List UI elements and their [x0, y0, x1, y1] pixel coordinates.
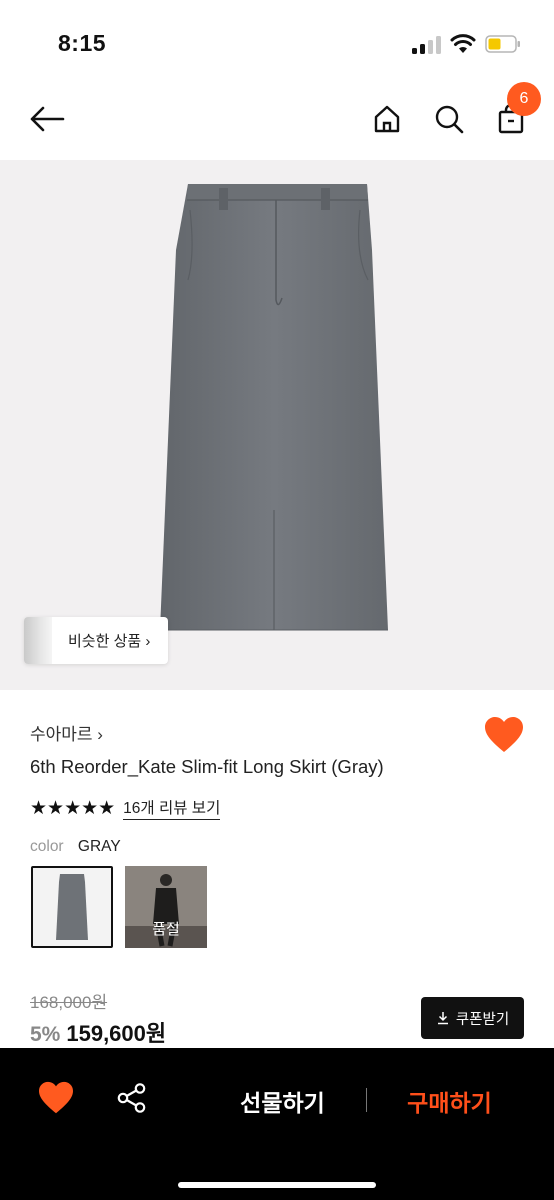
chevron-right-icon: › [97, 725, 103, 744]
original-price: 168,000원 [30, 993, 108, 1012]
similar-products-label: 비슷한 상품 › [68, 633, 151, 650]
search-icon[interactable] [430, 100, 468, 138]
home-indicator [178, 1182, 376, 1188]
skirt-image [160, 184, 388, 631]
chevron-right-icon: › [145, 633, 151, 650]
top-navigation [0, 80, 554, 160]
color-value: GRAY [77, 838, 121, 855]
wishlist-heart-icon[interactable] [484, 716, 524, 754]
review-link[interactable]: 16개 리뷰 보기 [123, 796, 221, 820]
brand-name: 수아마르 [30, 725, 93, 744]
buy-button[interactable]: 구매하기 [382, 1084, 517, 1118]
option-skirt-thumbnail [56, 874, 88, 940]
wifi-icon [450, 33, 476, 55]
brand-link[interactable]: 수아마르 › [30, 720, 103, 745]
heart-icon[interactable] [38, 1081, 74, 1115]
status-time: 8:15 [58, 30, 107, 56]
gift-button[interactable]: 선물하기 [215, 1084, 350, 1118]
price-row: 5% 159,600원 [30, 1016, 166, 1048]
battery-icon [485, 35, 520, 53]
download-icon [437, 1012, 448, 1025]
rating-row: ★★★★★ 16개 리뷰 보기 [30, 796, 221, 820]
share-icon[interactable] [116, 1082, 148, 1114]
sold-out-label: 품절 [152, 921, 180, 938]
cart-count-badge: 6 [507, 82, 541, 116]
star-rating-icon: ★★★★★ [30, 797, 116, 819]
color-row: color GRAY [30, 838, 121, 856]
sale-price: 159,600원 [66, 1021, 167, 1046]
color-option-soldout[interactable]: 품절 [125, 866, 207, 948]
coupon-label: 쿠폰받기 [455, 1011, 510, 1028]
color-label: color [30, 838, 64, 855]
status-bar: 8:15 [0, 0, 554, 80]
discount-rate: 5% [30, 1023, 61, 1046]
cellular-signal-icon [412, 36, 442, 54]
similar-thumbnail [24, 617, 52, 664]
color-option-gray[interactable] [31, 866, 113, 948]
home-icon[interactable] [368, 100, 406, 138]
similar-products-button[interactable]: 비슷한 상품 › [24, 617, 169, 664]
get-coupon-button[interactable]: 쿠폰받기 [421, 997, 524, 1039]
bottom-action-bar: 선물하기 구매하기 [0, 1048, 554, 1200]
product-image[interactable] [0, 160, 554, 690]
back-arrow-icon[interactable] [28, 100, 66, 138]
product-title: 6th Reorder_Kate Slim-fit Long Skirt (Gr… [30, 756, 384, 777]
divider [366, 1088, 367, 1112]
